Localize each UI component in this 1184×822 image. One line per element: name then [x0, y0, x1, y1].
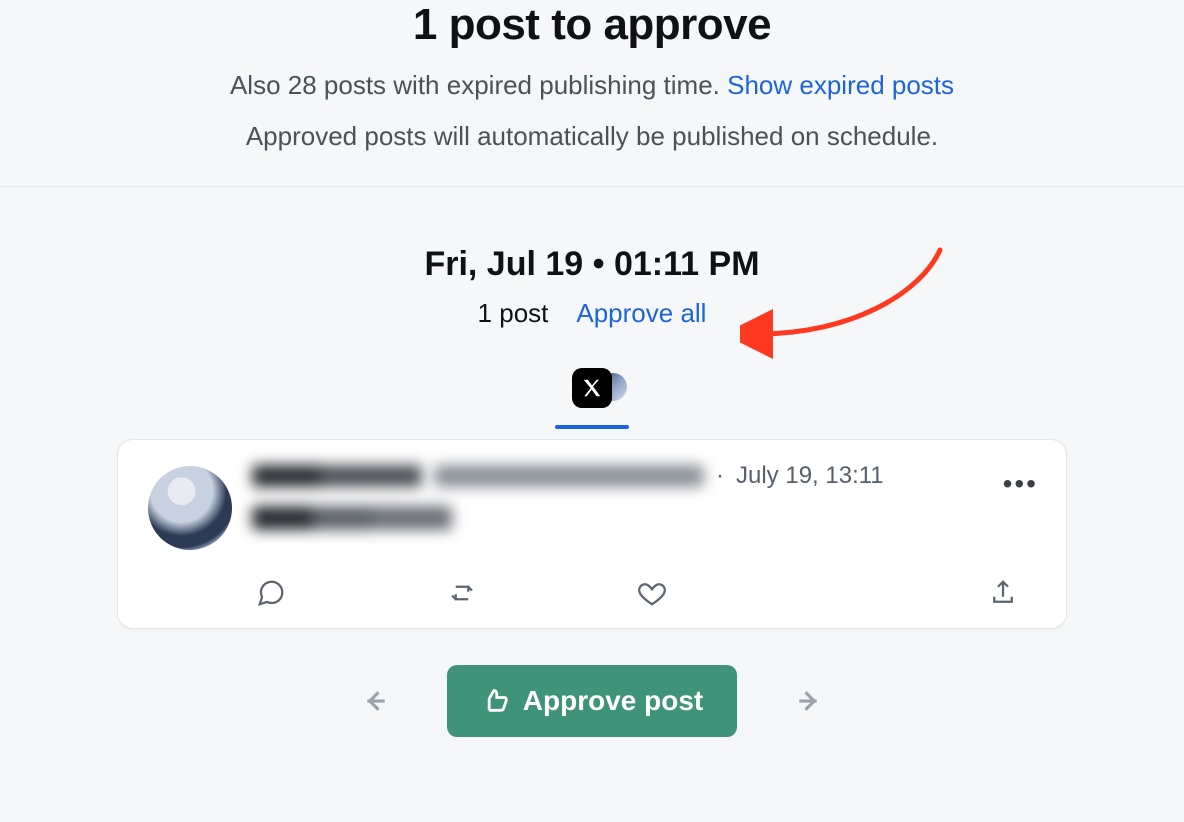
post-body-redacted — [252, 506, 452, 530]
post-count: 1 post — [478, 298, 549, 329]
post-byline: · July 19, 13:11 — [252, 462, 1036, 490]
post-author-handle-redacted — [434, 465, 704, 487]
platform-tab-x[interactable] — [555, 365, 629, 411]
post-author-name-redacted — [252, 465, 422, 487]
approval-header: 1 post to approve Also 28 posts with exp… — [0, 0, 1184, 187]
share-icon[interactable] — [988, 578, 1018, 608]
schedule-block: Fri, Jul 19 • 01:11 PM 1 post Approve al… — [0, 187, 1184, 411]
like-icon[interactable] — [637, 578, 667, 608]
post-more-menu[interactable]: ••• — [1003, 470, 1038, 498]
thumbs-up-icon — [481, 687, 509, 715]
x-twitter-icon — [572, 368, 612, 408]
prev-post-button[interactable] — [359, 684, 393, 718]
approval-nav-row: Approve post — [0, 665, 1184, 737]
post-card: · July 19, 13:11 ••• — [117, 439, 1067, 629]
schedule-datetime: Fri, Jul 19 • 01:11 PM — [0, 245, 1184, 284]
approve-post-label: Approve post — [523, 685, 703, 717]
post-actions-row — [148, 578, 1036, 612]
show-expired-link[interactable]: Show expired posts — [727, 70, 954, 100]
post-avatar — [148, 466, 232, 550]
reply-icon[interactable] — [256, 578, 286, 608]
post-timestamp: July 19, 13:11 — [736, 462, 884, 490]
approve-post-button[interactable]: Approve post — [447, 665, 737, 737]
next-post-button[interactable] — [791, 684, 825, 718]
approve-all-link[interactable]: Approve all — [576, 298, 706, 329]
auto-publish-note: Approved posts will automatically be pub… — [0, 121, 1184, 152]
expired-count-text: Also 28 posts with expired publishing ti… — [230, 70, 727, 100]
active-tab-underline — [555, 425, 629, 429]
timestamp-separator: · — [716, 462, 724, 490]
retweet-icon[interactable] — [447, 578, 477, 608]
page-title: 1 post to approve — [0, 0, 1184, 50]
expired-info-line: Also 28 posts with expired publishing ti… — [0, 70, 1184, 101]
